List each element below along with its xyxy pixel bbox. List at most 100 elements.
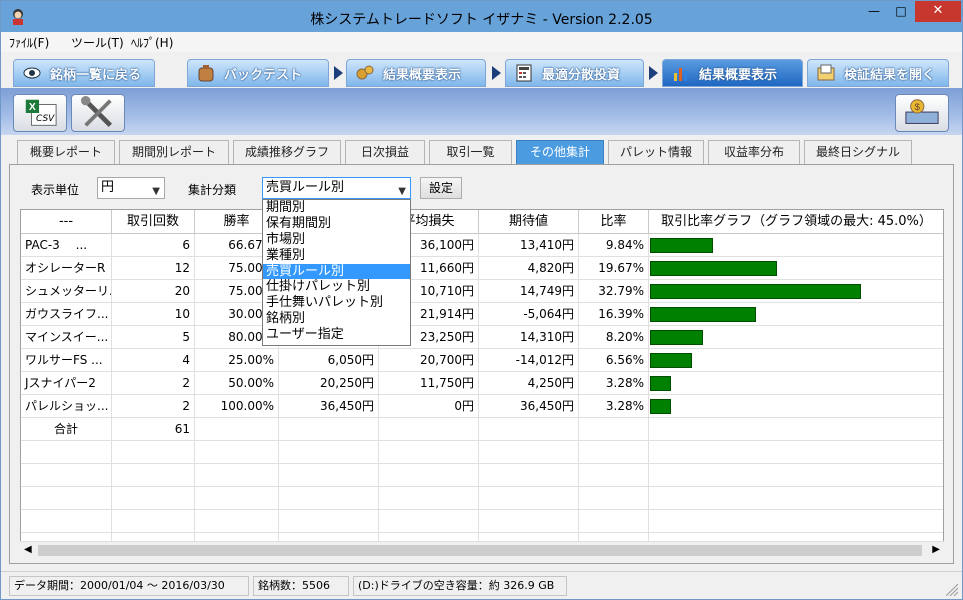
table-cell: 4,820円 [479, 257, 579, 280]
empty-cell [649, 464, 943, 487]
table-cell: 5 [112, 326, 195, 349]
empty-cell [379, 464, 479, 487]
chevron-down-icon: ▼ [152, 186, 160, 197]
column-header[interactable]: 比率 [579, 210, 649, 234]
money-tray-button[interactable]: $ [895, 94, 949, 132]
menu-tools[interactable]: ツール(T) [71, 34, 124, 51]
menu-file[interactable]: ﾌｧｲﾙ(F) [9, 34, 49, 51]
unit-select[interactable]: 円 ▼ [97, 177, 165, 199]
dropdown-option[interactable]: 期間別 [263, 200, 410, 216]
nav-result-summary-active[interactable]: 結果概要表示 [662, 59, 803, 87]
table-cell: 6 [112, 234, 195, 257]
table-cell: PAC-3 ... [21, 234, 112, 257]
svg-text:X: X [29, 102, 36, 113]
table-cell: 32.79% [579, 280, 649, 303]
empty-cell [479, 464, 579, 487]
column-header[interactable]: 期待値 [479, 210, 579, 234]
empty-cell [21, 487, 112, 510]
dropdown-option[interactable]: 業種別 [263, 248, 410, 264]
tab-summary-report[interactable]: 概要レポート [17, 140, 115, 164]
column-header[interactable]: 取引回数 [112, 210, 195, 234]
nav-result-summary[interactable]: 結果概要表示 [346, 59, 486, 87]
ratio-bar [650, 238, 713, 253]
tab-return-distribution[interactable]: 収益率分布 [708, 140, 800, 164]
arrow-icon [649, 66, 658, 80]
table-cell: 19.67% [579, 257, 649, 280]
table-cell: 20 [112, 280, 195, 303]
close-button[interactable]: ✕ [915, 1, 961, 22]
dropdown-option[interactable]: 手仕舞いパレット別 [263, 295, 410, 311]
nav-label: 最適分散投資 [542, 67, 621, 83]
nav-label: バックテスト [224, 67, 303, 83]
table-cell: 11,750円 [379, 372, 479, 395]
empty-cell [579, 464, 649, 487]
tools-button[interactable] [71, 94, 125, 132]
tab-performance-graph[interactable]: 成績推移グラフ [233, 140, 341, 164]
empty-cell [195, 464, 279, 487]
tab-other-aggregation[interactable]: その他集計 [516, 140, 604, 164]
empty-cell [479, 441, 579, 464]
graph-cell [649, 349, 943, 372]
tab-palette-info[interactable]: パレット情報 [608, 140, 704, 164]
main-nav: 銘柄一覧に戻る バックテスト 結果概要表示 最適分散投資 結果概要表示 検証結果… [1, 52, 962, 88]
dropdown-option[interactable]: 売買ルール別 [263, 263, 410, 280]
folder-open-icon [817, 64, 835, 81]
dropdown-option[interactable]: ユーザー指定 [263, 327, 410, 343]
aggregation-table: ---取引回数勝率平均利益平均損失期待値比率取引比率グラフ（グラフ領域の最大: … [20, 209, 944, 559]
empty-cell [112, 487, 195, 510]
title-bar[interactable]: 株システムトレードソフト イザナミ - Version 2.2.05 — □ ✕ [1, 1, 962, 32]
empty-cell [21, 464, 112, 487]
table-cell [479, 418, 579, 441]
status-stock-count: 銘柄数：5506 [253, 576, 349, 596]
tab-trade-list[interactable]: 取引一覧 [429, 140, 512, 164]
tab-last-day-signal[interactable]: 最終日シグナル [804, 140, 912, 164]
calculator-icon [516, 64, 532, 82]
table-cell: 8.20% [579, 326, 649, 349]
resize-grip-icon[interactable] [946, 584, 958, 596]
dropdown-option[interactable]: 仕掛けパレット別 [263, 279, 410, 295]
nav-open-results[interactable]: 検証結果を開く [807, 59, 949, 87]
tab-daily-pnl[interactable]: 日次損益 [345, 140, 425, 164]
empty-cell [479, 487, 579, 510]
settings-button[interactable]: 設定 [420, 177, 462, 199]
dropdown-option[interactable]: 市場別 [263, 232, 410, 248]
category-dropdown-list[interactable]: 期間別 保有期間別 市場別 業種別 売買ルール別 仕掛けパレット別 手仕舞いパレット別 銘柄別… [262, 199, 411, 346]
scroll-thumb[interactable] [38, 545, 922, 556]
empty-cell [479, 510, 579, 533]
minimize-button[interactable]: — [859, 1, 889, 22]
column-header[interactable]: 取引比率グラフ（グラフ領域の最大: 45.0%） [649, 210, 943, 234]
ratio-bar [650, 330, 703, 345]
dropdown-option[interactable]: 保有期間別 [263, 216, 410, 232]
menu-bar: ﾌｧｲﾙ(F) ツール(T) ﾍﾙﾌﾟ(H) [1, 32, 962, 52]
table-cell: Jスナイパー2 [21, 372, 112, 395]
menu-help[interactable]: ﾍﾙﾌﾟ(H) [131, 34, 173, 51]
svg-text:$: $ [915, 102, 921, 113]
dropdown-option[interactable]: 銘柄別 [263, 311, 410, 327]
report-tabs: 概要レポート 期間別レポート 成績推移グラフ 日次損益 取引一覧 その他集計 パ… [1, 135, 962, 165]
nav-back-to-list[interactable]: 銘柄一覧に戻る [13, 59, 155, 87]
horizontal-scrollbar[interactable]: ◀ ▶ [20, 541, 944, 559]
arrow-icon [334, 66, 343, 80]
status-disk-space: (D:)ドライブの空き容量：約 326.9 GB [353, 576, 567, 596]
export-csv-button[interactable]: X CSV [13, 94, 67, 132]
ratio-bar [650, 284, 861, 299]
table-cell: -14,012円 [479, 349, 579, 372]
tab-period-report[interactable]: 期間別レポート [119, 140, 229, 164]
empty-cell [279, 510, 379, 533]
table-cell [279, 418, 379, 441]
app-window: 株システムトレードソフト イザナミ - Version 2.2.05 — □ ✕… [0, 0, 963, 600]
nav-optimal-diversification[interactable]: 最適分散投資 [505, 59, 644, 87]
maximize-button[interactable]: □ [886, 1, 916, 22]
category-select[interactable]: 売買ルール別 ▼ [262, 177, 411, 199]
scroll-left-icon[interactable]: ◀ [24, 544, 32, 555]
toolbar: X CSV $ [1, 88, 962, 135]
scroll-right-icon[interactable]: ▶ [932, 544, 940, 555]
graph-cell [649, 395, 943, 418]
table-cell: 12 [112, 257, 195, 280]
column-header[interactable]: --- [21, 210, 112, 234]
nav-backtest[interactable]: バックテスト [187, 59, 329, 87]
status-data-period: データ期間：2000/01/04 〜 2016/03/30 [9, 576, 249, 596]
empty-cell [579, 510, 649, 533]
table-cell: 4 [112, 349, 195, 372]
status-bar: データ期間：2000/01/04 〜 2016/03/30 銘柄数：5506 (… [1, 571, 962, 599]
